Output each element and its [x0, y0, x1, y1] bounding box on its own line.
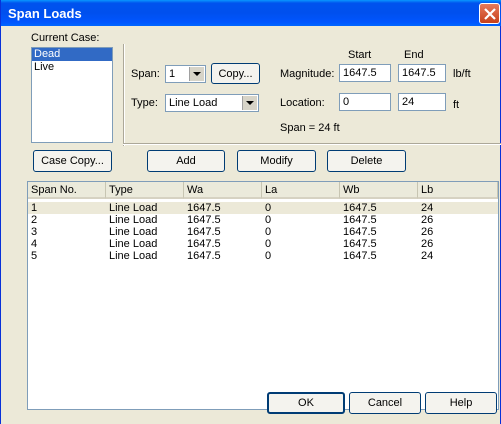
cell-type: Line Load: [109, 238, 158, 250]
location-start-input[interactable]: 0: [339, 93, 391, 111]
cell-la: 0: [265, 238, 272, 250]
span-loads-dialog: Span Loads Current Case: Dead Live Span:…: [0, 0, 501, 424]
title-bar[interactable]: Span Loads: [1, 0, 501, 26]
magnitude-label: Magnitude:: [280, 68, 335, 80]
current-case-label: Current Case:: [31, 32, 100, 44]
cell-la: 0: [265, 226, 272, 238]
magnitude-end-input[interactable]: 1647.5: [398, 64, 446, 82]
cell-la: 0: [265, 202, 272, 214]
cell-lb: 24: [421, 250, 434, 262]
cancel-button[interactable]: Cancel: [349, 392, 421, 414]
cell-lb: 26: [421, 226, 434, 238]
column-header-wb[interactable]: Wb: [340, 182, 418, 199]
cell-wb: 1647.5: [343, 238, 377, 250]
cell-wb: 1647.5: [343, 250, 377, 262]
type-label: Type:: [131, 97, 158, 109]
cell-wa: 1647.5: [187, 226, 221, 238]
magnitude-start-input[interactable]: 1647.5: [339, 64, 391, 82]
table-row[interactable]: 5 Line Load 1647.5 0 1647.5 24: [28, 250, 498, 262]
location-end-input[interactable]: 24: [398, 93, 446, 111]
cell-wa: 1647.5: [187, 214, 221, 226]
magnitude-unit: lb/ft: [453, 68, 471, 80]
vertical-divider: [123, 44, 125, 146]
location-label: Location:: [280, 97, 325, 109]
cell-span-no: 2: [31, 214, 38, 226]
close-icon: [484, 8, 496, 20]
help-button[interactable]: Help: [425, 392, 497, 414]
cell-wa: 1647.5: [187, 250, 221, 262]
cell-wa: 1647.5: [187, 202, 221, 214]
column-header-la[interactable]: La: [262, 182, 340, 199]
end-column-label: End: [404, 49, 424, 61]
table-row[interactable]: 3 Line Load 1647.5 0 1647.5 26: [28, 226, 498, 238]
close-button[interactable]: [479, 3, 500, 24]
cell-span-no: 3: [31, 226, 38, 238]
delete-button[interactable]: Delete: [327, 150, 406, 172]
span-loads-table[interactable]: Span No. Type Wa La Wb Lb 1 Line Load 16…: [27, 181, 499, 410]
cell-wb: 1647.5: [343, 214, 377, 226]
cell-wb: 1647.5: [343, 202, 377, 214]
column-header-span-no[interactable]: Span No.: [28, 182, 106, 199]
table-header: Span No. Type Wa La Wb Lb: [28, 182, 498, 199]
cell-wa: 1647.5: [187, 238, 221, 250]
table-row[interactable]: 4 Line Load 1647.5 0 1647.5 26: [28, 238, 498, 250]
case-list[interactable]: Dead Live: [31, 47, 113, 143]
case-item-live[interactable]: Live: [32, 61, 112, 74]
cell-la: 0: [265, 214, 272, 226]
cell-lb: 26: [421, 238, 434, 250]
type-select[interactable]: Line Load: [165, 94, 259, 112]
start-column-label: Start: [348, 49, 372, 61]
cell-span-no: 1: [31, 202, 38, 214]
location-unit: ft: [453, 99, 460, 111]
case-item-dead[interactable]: Dead: [32, 48, 112, 61]
cell-type: Line Load: [109, 214, 158, 226]
add-button[interactable]: Add: [147, 150, 225, 172]
cell-span-no: 4: [31, 238, 38, 250]
chevron-down-icon: [246, 101, 254, 105]
case-copy-button[interactable]: Case Copy...: [33, 150, 112, 172]
cell-type: Line Load: [109, 226, 158, 238]
ok-button[interactable]: OK: [267, 392, 345, 414]
cell-la: 0: [265, 250, 272, 262]
column-header-type[interactable]: Type: [106, 182, 184, 199]
table-row[interactable]: 2 Line Load 1647.5 0 1647.5 26: [28, 214, 498, 226]
horizontal-divider: [123, 143, 501, 145]
span-length-text: Span = 24 ft: [280, 122, 340, 134]
type-dropdown-arrow[interactable]: [242, 96, 257, 110]
span-select[interactable]: 1: [165, 65, 206, 83]
cell-wb: 1647.5: [343, 226, 377, 238]
modify-button[interactable]: Modify: [237, 150, 316, 172]
cell-lb: 24: [421, 202, 434, 214]
cell-type: Line Load: [109, 202, 158, 214]
column-header-wa[interactable]: Wa: [184, 182, 262, 199]
cell-lb: 26: [421, 214, 434, 226]
span-dropdown-arrow[interactable]: [189, 67, 204, 81]
span-copy-button[interactable]: Copy...: [211, 63, 260, 84]
column-header-lb[interactable]: Lb: [418, 182, 498, 199]
chevron-down-icon: [193, 72, 201, 76]
window-title: Span Loads: [8, 6, 82, 21]
cell-type: Line Load: [109, 250, 158, 262]
type-select-value: Line Load: [169, 97, 218, 109]
table-row[interactable]: 1 Line Load 1647.5 0 1647.5 24: [28, 202, 498, 214]
span-select-value: 1: [169, 68, 176, 80]
cell-span-no: 5: [31, 250, 38, 262]
span-label: Span:: [131, 68, 160, 80]
